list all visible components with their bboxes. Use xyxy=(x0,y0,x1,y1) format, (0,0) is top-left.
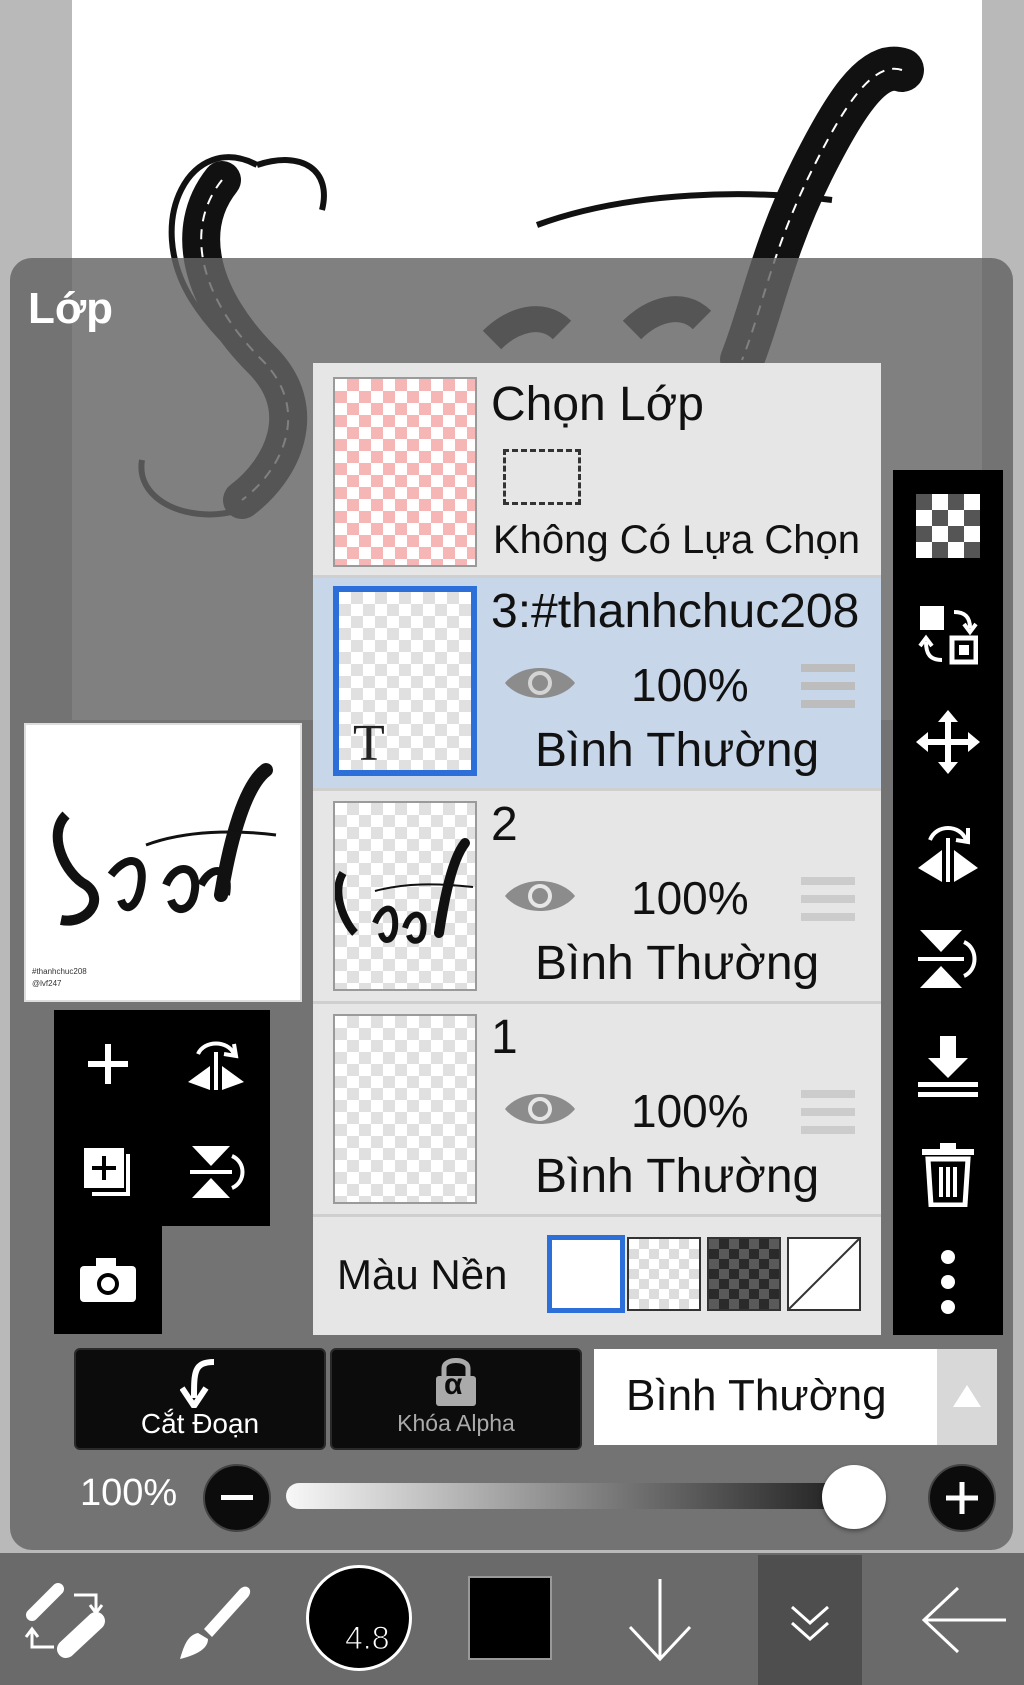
flip-layer-vertical-button[interactable] xyxy=(893,912,1003,1004)
layer-row[interactable]: T 3:#thanhchuc208 100% Bình Thường xyxy=(313,578,881,791)
add-copy-icon xyxy=(84,1148,130,1196)
brush-size-button[interactable]: 4.8 xyxy=(306,1565,412,1671)
background-transparent-light-option[interactable] xyxy=(627,1237,701,1311)
layer-opacity: 100% xyxy=(631,872,749,924)
background-color-row: Màu Nền xyxy=(313,1217,881,1335)
clipping-button[interactable]: Cắt Đoạn xyxy=(74,1348,326,1450)
opacity-slider-knob[interactable] xyxy=(822,1465,886,1529)
blend-mode-select[interactable]: Bình Thường xyxy=(594,1349,937,1445)
brush-icon xyxy=(180,1586,251,1659)
layer-blend-mode: Bình Thường xyxy=(535,937,820,990)
layer-row[interactable]: 1 100% Bình Thường xyxy=(313,1004,881,1217)
opacity-slider-track[interactable] xyxy=(286,1483,886,1509)
merge-down-icon xyxy=(918,1036,978,1097)
swap-icon xyxy=(918,606,978,665)
clipping-label: Cắt Đoạn xyxy=(140,1408,260,1439)
alpha-lock-label: Khóa Alpha xyxy=(397,1410,515,1436)
collapse-panel-button[interactable] xyxy=(758,1555,862,1685)
flip-vertical-icon xyxy=(190,1146,245,1198)
layer-down-button[interactable] xyxy=(618,1575,702,1665)
transform-tool-button[interactable] xyxy=(18,1575,108,1665)
layer-thumbnail: T xyxy=(333,586,477,776)
more-options-button[interactable] xyxy=(893,1236,1003,1328)
layer-list: Chọn Lớp Không Có Lựa Chọn T 3:#thanhchu… xyxy=(313,363,881,1335)
background-none-option[interactable] xyxy=(787,1237,861,1311)
color-swatch-button[interactable] xyxy=(468,1576,552,1660)
visibility-eye-icon[interactable] xyxy=(503,876,577,916)
duplicate-layer-button[interactable] xyxy=(54,1118,162,1226)
layer-thumbnail xyxy=(333,801,477,991)
right-toolbar xyxy=(893,470,1003,1335)
layer-blend-mode: Bình Thường xyxy=(535,724,820,777)
drag-handle-icon[interactable] xyxy=(801,1090,855,1134)
double-chevron-down-icon xyxy=(791,1605,829,1642)
layer-name: 1 xyxy=(491,1011,518,1064)
text-layer-glyph: T xyxy=(353,715,385,772)
background-label: Màu Nền xyxy=(337,1251,508,1298)
transparency-button[interactable] xyxy=(893,480,1003,572)
selection-layer-row[interactable]: Chọn Lớp Không Có Lựa Chọn xyxy=(313,363,881,578)
more-vertical-icon xyxy=(941,1250,955,1314)
move-button[interactable] xyxy=(893,696,1003,788)
preview-caption: #thanhchuc208 xyxy=(32,967,87,976)
canvas-preview: #thanhchuc208 @lvf247 xyxy=(24,723,302,1002)
back-button[interactable] xyxy=(918,1580,1008,1660)
opacity-decrease-button[interactable] xyxy=(203,1464,271,1532)
visibility-eye-icon[interactable] xyxy=(503,663,577,703)
plus-icon xyxy=(88,1044,128,1084)
background-transparent-dark-option[interactable] xyxy=(707,1237,781,1311)
swap-layers-button[interactable] xyxy=(893,588,1003,680)
camera-button[interactable] xyxy=(54,1226,162,1334)
delete-layer-button[interactable] xyxy=(893,1128,1003,1220)
flip-layer-horizontal-button[interactable] xyxy=(893,804,1003,896)
transform-icon xyxy=(24,1583,105,1658)
flip-horizontal-icon xyxy=(188,1041,244,1090)
background-white-option[interactable] xyxy=(547,1235,625,1313)
layer-name: 2 xyxy=(491,798,518,851)
opacity-label: 100% xyxy=(80,1472,178,1514)
flip-vertical-button[interactable] xyxy=(162,1118,270,1226)
triangle-up-icon xyxy=(953,1385,981,1407)
layer-opacity: 100% xyxy=(631,1085,749,1137)
flip-vertical-icon xyxy=(918,930,977,988)
drag-handle-icon[interactable] xyxy=(801,877,855,921)
flip-horizontal-icon xyxy=(918,826,978,882)
minus-icon xyxy=(221,1495,253,1500)
flip-horizontal-button[interactable] xyxy=(162,1010,270,1118)
alpha-glyph: α xyxy=(444,1368,463,1401)
plus-icon xyxy=(946,1482,978,1514)
brush-tool-button[interactable] xyxy=(168,1575,258,1665)
layer-blend-mode: Bình Thường xyxy=(535,1150,820,1203)
opacity-increase-button[interactable] xyxy=(928,1464,996,1532)
preview-lettering xyxy=(52,763,277,926)
blend-mode-dropdown-button[interactable] xyxy=(937,1349,997,1445)
layer-2-lettering xyxy=(335,838,474,944)
selection-marquee-icon xyxy=(503,449,581,505)
drag-handle-icon[interactable] xyxy=(801,664,855,708)
layer-name: 3:#thanhchuc208 xyxy=(491,585,860,638)
move-arrows-icon xyxy=(916,710,980,774)
alpha-lock-button[interactable]: α Khóa Alpha xyxy=(330,1348,582,1450)
arrow-left-icon xyxy=(921,1586,1006,1654)
selection-status: Không Có Lựa Chọn xyxy=(493,518,861,562)
layer-opacity: 100% xyxy=(631,659,749,711)
add-layer-button[interactable] xyxy=(54,1010,162,1118)
checkerboard-icon xyxy=(916,494,980,558)
panel-title: Lớp xyxy=(28,284,114,333)
arrow-down-icon xyxy=(628,1579,692,1662)
layer-thumbnail xyxy=(333,1014,477,1204)
camera-icon xyxy=(80,1258,136,1302)
clip-arrow-icon xyxy=(180,1359,215,1408)
selection-thumbnail xyxy=(333,377,477,567)
blend-mode-value: Bình Thường xyxy=(626,1371,887,1420)
trash-icon xyxy=(922,1143,974,1207)
brush-size-value: 4.8 xyxy=(344,1620,390,1657)
preview-caption-2: @lvf247 xyxy=(32,979,62,988)
merge-down-button[interactable] xyxy=(893,1020,1003,1112)
layer-row[interactable]: 2 100% Bình Thường xyxy=(313,791,881,1004)
visibility-eye-icon[interactable] xyxy=(503,1089,577,1129)
selection-layer-title: Chọn Lớp xyxy=(491,378,704,431)
